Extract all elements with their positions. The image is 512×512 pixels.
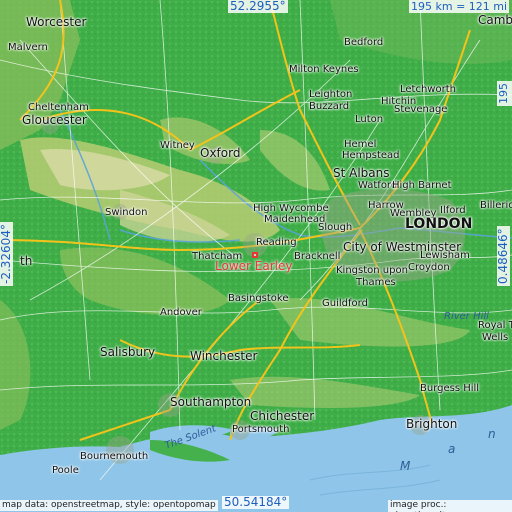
attribution-left: map data: openstreetmap, style: opentopo… bbox=[0, 500, 218, 511]
place-bournemouth: Bournemouth bbox=[80, 451, 149, 462]
place-andover: Andover bbox=[160, 307, 202, 318]
location-marker[interactable] bbox=[252, 252, 258, 258]
place-oxford: Oxford bbox=[200, 146, 241, 160]
place-croydon: Croydon bbox=[408, 262, 450, 273]
place-cambridge: Cambrid bbox=[478, 13, 512, 27]
scale-horizontal-label: 195 km = 121 mi bbox=[409, 0, 510, 13]
place-swindon: Swindon bbox=[105, 207, 148, 218]
place-london: LONDON bbox=[405, 216, 473, 232]
place-hempstead: Hempstead bbox=[342, 150, 400, 161]
place-reading: Reading bbox=[256, 237, 297, 248]
longitude-left-label: -2.32604° bbox=[0, 222, 13, 286]
latitude-bottom-label: 50.54184° bbox=[222, 495, 290, 509]
place-burgess-hill: Burgess Hill bbox=[420, 383, 480, 394]
place-poole: Poole bbox=[52, 465, 79, 476]
place-guildford: Guildford bbox=[322, 298, 368, 309]
attribution-right: image proc.: elevation.city bbox=[388, 500, 512, 512]
place-basingstoke: Basingstoke bbox=[228, 293, 289, 304]
place-winchester: Winchester bbox=[190, 349, 258, 363]
place-st-albans: St Albans bbox=[333, 166, 390, 180]
place-partial-th: th bbox=[20, 254, 33, 268]
place-letchworth: Letchworth bbox=[400, 84, 456, 95]
scale-vertical-label: 195 km = 121 mi bbox=[497, 81, 512, 106]
place-chichester: Chichester bbox=[250, 409, 315, 423]
sea-letter-n: n bbox=[488, 427, 496, 441]
place-portsmouth: Portsmouth bbox=[232, 424, 290, 435]
place-kingston: Kingston upon bbox=[336, 265, 408, 276]
place-southampton: Southampton bbox=[170, 395, 252, 409]
place-brighton: Brighton bbox=[406, 417, 458, 431]
place-malvern: Malvern bbox=[8, 42, 48, 53]
place-slough: Slough bbox=[318, 222, 353, 233]
place-stevenage: Stevenage bbox=[394, 104, 448, 115]
place-leighton: Leighton bbox=[309, 89, 353, 100]
place-milton-keynes: Milton Keynes bbox=[289, 64, 359, 75]
place-witney: Witney bbox=[160, 140, 195, 151]
place-maidenhead: Maidenhead bbox=[264, 214, 326, 225]
sea-letter-a: a bbox=[448, 442, 456, 456]
place-luton: Luton bbox=[355, 114, 384, 125]
highlighted-place-lower-earley[interactable]: Lower Earley bbox=[215, 260, 292, 272]
place-royal-tunbridge: Royal Tu bbox=[478, 320, 512, 331]
place-worcester: Worcester bbox=[26, 15, 87, 29]
place-tunbridge-wells: Wells bbox=[482, 332, 509, 343]
sea-letter-m: M bbox=[400, 459, 411, 473]
place-bracknell: Bracknell bbox=[294, 251, 341, 262]
place-high-barnet: High Barnet bbox=[392, 180, 452, 191]
place-buzzard: Buzzard bbox=[309, 101, 350, 112]
map-view[interactable]: Worcester Cambrid Malvern Bedford Milton… bbox=[0, 0, 512, 512]
place-lewisham: Lewisham bbox=[420, 250, 470, 261]
latitude-top-label: 52.2955° bbox=[228, 0, 288, 13]
place-billericay: Billerica bbox=[480, 200, 512, 211]
place-salisbury: Salisbury bbox=[100, 345, 156, 359]
longitude-right-label: 0.48646° bbox=[496, 226, 510, 286]
place-gloucester: Gloucester bbox=[22, 113, 87, 127]
place-thames: Thames bbox=[356, 277, 396, 288]
place-bedford: Bedford bbox=[344, 37, 384, 48]
